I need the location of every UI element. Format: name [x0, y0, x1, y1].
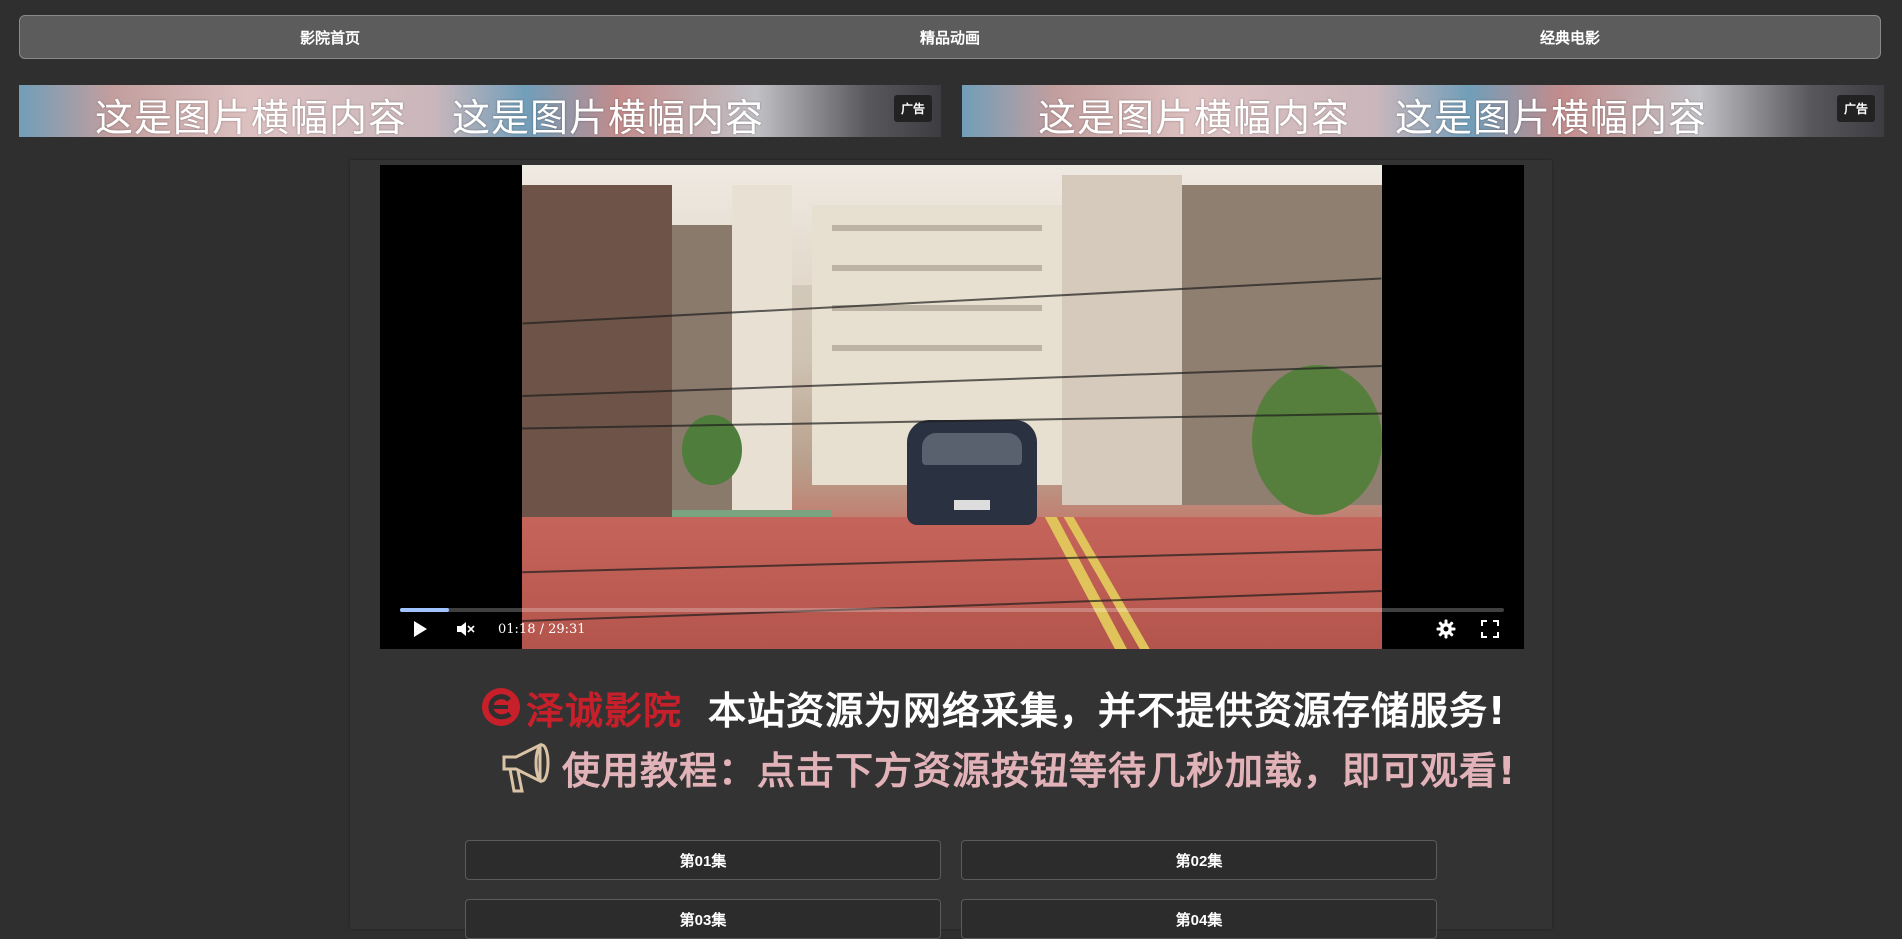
episode-button-02[interactable]: 第02集 [961, 840, 1437, 880]
brand-name: 泽诚影院 [526, 688, 683, 733]
brand-logo-icon [480, 686, 522, 728]
time-display: 01:18 / 29:31 [498, 622, 586, 637]
gear-icon [1436, 619, 1456, 644]
banner-text: 这是图片横幅内容 [1395, 96, 1708, 137]
video-frame [522, 165, 1382, 649]
settings-button[interactable] [1434, 619, 1458, 644]
nav-item-home[interactable]: 影院首页 [20, 27, 640, 48]
top-nav: 影院首页 精品动画 经典电影 [19, 15, 1881, 59]
ad-badge: 广告 [1836, 95, 1875, 122]
banner-ad-right[interactable]: 这是图片横幅内容 这是图片横幅内容 广告 [962, 85, 1884, 137]
play-icon [412, 620, 428, 643]
megaphone-icon [498, 739, 558, 795]
volume-button[interactable] [454, 620, 478, 642]
episode-button-03[interactable]: 第03集 [465, 899, 941, 939]
episode-button-01[interactable]: 第01集 [465, 840, 941, 880]
ad-badge: 广告 [893, 95, 932, 122]
nav-item-anime[interactable]: 精品动画 [640, 27, 1260, 48]
progress-bar[interactable] [400, 608, 1504, 612]
banner-text: 这是图片横幅内容 [452, 96, 765, 137]
volume-icon [456, 620, 476, 643]
play-button[interactable] [408, 620, 432, 642]
banner-text: 这是图片横幅内容 [1038, 96, 1351, 137]
fullscreen-icon [1480, 619, 1500, 644]
banner-text: 这是图片横幅内容 [95, 96, 408, 137]
progress-fill [400, 608, 449, 612]
fullscreen-button[interactable] [1478, 619, 1502, 644]
tutorial-notice: 使用教程：点击下方资源按钮等待几秒加载，即可观看! [498, 739, 1517, 795]
banner-ad-left[interactable]: 这是图片横幅内容 这是图片横幅内容 广告 [19, 85, 941, 137]
video-player[interactable]: 01:18 / 29:31 [380, 165, 1524, 649]
tutorial-text: 使用教程：点击下方资源按钮等待几秒加载，即可观看! [562, 748, 1517, 793]
nav-item-movies[interactable]: 经典电影 [1260, 27, 1880, 48]
episode-button-04[interactable]: 第04集 [961, 899, 1437, 939]
site-notice: 泽诚影院 本站资源为网络采集，并不提供资源存储服务! [480, 684, 1506, 733]
disclaimer-text: 本站资源为网络采集，并不提供资源存储服务! [708, 688, 1507, 733]
